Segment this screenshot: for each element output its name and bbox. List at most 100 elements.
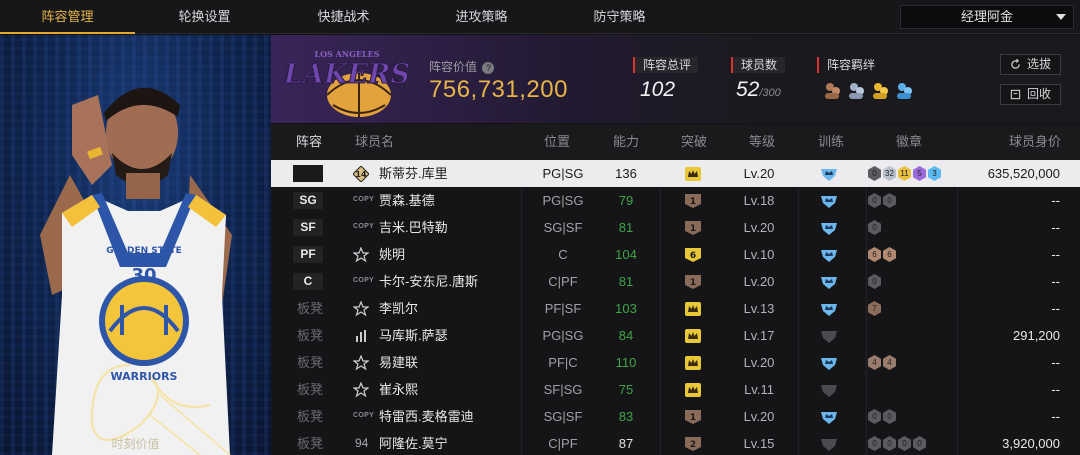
training-icon[interactable] [819,247,839,263]
badge-icon: 0 [883,193,896,208]
lineup-value-label: 阵容价值 ? [429,58,495,75]
player-name: 贾森.基德 [379,193,435,208]
col-slot[interactable]: 阵容 [296,124,322,160]
training-icon[interactable] [819,355,839,371]
player-value: -- [1051,382,1060,397]
svg-text:2: 2 [690,440,696,450]
table-row[interactable]: PG 14 斯蒂芬.库里 PG|SG 136 Lv.20 635,520,000 0 32 11 5… [271,160,1080,187]
break-level-icon: 1 [685,275,701,289]
training-locked-icon[interactable] [819,436,839,452]
copy-icon: COPY [353,412,375,419]
svg-text:LAKERS: LAKERS [285,59,410,90]
recycle-icon [1010,89,1021,100]
bond-icons[interactable] [822,80,922,102]
player-level: Lv.20 [743,355,775,370]
table-row[interactable]: SG COPY 贾森.基德 PG|SG 79 Lv.18 -- 1 0 0 [271,187,1080,214]
training-locked-icon[interactable] [819,382,839,398]
player-card[interactable]: GOLDEN STATE 30 WARRIORS 时刻价值 [0,35,271,455]
badge-icon: 5 [913,166,926,181]
table-row[interactable]: 板凳 李凯尔 PF|SF 103 Lv.13 -- 7 [271,295,1080,322]
break-level-icon: 1 [685,221,701,235]
table-row[interactable]: C COPY 卡尔-安东尼.唐斯 C|PF 81 Lv.20 -- 1 0 [271,268,1080,295]
badge-icon: 0 [883,409,896,424]
training-icon[interactable] [819,409,839,425]
training-icon[interactable] [819,193,839,209]
roster-table: 阵容 球员名 位置 能力 突破 等级 训练 徽章 球员身价 PG 14 斯蒂芬.库里… [271,124,1080,455]
player-ability: 104 [615,247,637,262]
manager-name: 经理阿金 [960,9,1013,24]
bench-label: 板凳 [297,382,324,397]
svg-text:1: 1 [690,278,696,288]
tab-offense[interactable]: 进攻策略 [414,0,549,34]
badge-icon: 0 [868,436,881,451]
player-position: C [558,247,568,262]
training-icon[interactable] [819,166,839,182]
col-level[interactable]: 等级 [749,124,775,160]
tab-quick-tactics[interactable]: 快捷战术 [276,0,411,34]
training-icon[interactable] [819,220,839,236]
col-name[interactable]: 球员名 [355,124,394,160]
break-level-icon: 1 [685,194,701,208]
col-badges[interactable]: 徽章 [896,124,922,160]
table-row[interactable]: 板凳 94 阿隆佐.莫宁 C|PF 87 Lv.15 3,920,000 2 0 0 0 0 [271,430,1080,455]
copy-icon: COPY [353,277,375,284]
player-level: Lv.17 [743,328,775,343]
lineup-value: 756,731,200 [429,76,568,103]
recycle-button[interactable]: 回收 [1000,84,1061,105]
player-value: 3,920,000 [1002,436,1060,451]
badge-icon: 4 [883,355,896,370]
player-level: Lv.13 [743,301,775,316]
tab-rotation[interactable]: 轮换设置 [137,0,272,34]
col-break[interactable]: 突破 [681,124,707,160]
copy-icon: COPY [353,196,375,203]
lineup-header: LOS ANGELES LAKERS 阵容价值 ? 756,731,200 阵容… [271,35,1080,123]
player-ability: 81 [618,274,634,289]
player-value: -- [1051,247,1060,262]
training-icon[interactable] [819,274,839,290]
col-value[interactable]: 球员身价 [1009,124,1061,160]
player-name: 李凯尔 [379,301,419,316]
col-training[interactable]: 训练 [818,124,844,160]
player-value: -- [1051,409,1060,424]
table-row[interactable]: 板凳 易建联 PF|C 110 Lv.20 -- 4 4 [271,349,1080,376]
manager-dropdown[interactable]: 经理阿金 [900,5,1074,29]
player-position: SF|SG [543,382,583,397]
svg-text:1: 1 [690,413,696,423]
tab-defense[interactable]: 防守策略 [552,0,687,34]
tab-lineup[interactable]: 阵容管理 [0,0,135,34]
player-name: 卡尔-安东尼.唐斯 [379,274,478,289]
svg-text:WARRIORS: WARRIORS [111,370,178,383]
training-icon[interactable] [819,301,839,317]
help-icon[interactable]: ? [482,62,495,74]
player-name: 姚明 [379,247,406,262]
svg-text:30: 30 [131,265,156,286]
break-level-icon: 6 [685,248,701,262]
col-position[interactable]: 位置 [544,124,570,160]
select-button[interactable]: 选拔 [1000,54,1061,75]
top-nav: 阵容管理 轮换设置 快捷战术 进攻策略 防守策略 经理阿金 [0,0,1080,34]
player-value: -- [1051,193,1060,208]
table-row[interactable]: 板凳 马库斯.萨瑟 PG|SG 84 Lv.17 291,200 [271,322,1080,349]
bond-icon-gold [873,83,888,99]
break-level-icon: 1 [685,410,701,424]
player-position: SG|SF [543,220,583,235]
player-position: PF|C [548,355,578,370]
table-row[interactable]: 板凳 COPY 特雷西.麦格雷迪 SG|SF 83 Lv.20 -- 1 0 0 [271,403,1080,430]
table-row[interactable]: PF 姚明 C 104 Lv.10 -- 6 6 6 [271,241,1080,268]
player-position: C|PF [548,274,578,289]
col-ability[interactable]: 能力 [613,124,639,160]
player-position: C|PF [548,436,578,451]
break-level-icon: 2 [685,437,701,451]
player-name: 斯蒂芬.库里 [379,166,448,181]
table-row[interactable]: 板凳 崔永熙 SF|SG 75 Lv.11 -- [271,376,1080,403]
table-row[interactable]: SF COPY 吉米.巴特勒 SG|SF 81 Lv.20 -- 1 0 [271,214,1080,241]
player-ability: 87 [618,436,634,451]
badge-icon: 11 [898,166,911,181]
player-position: PF|SF [544,301,582,316]
player-ability: 110 [615,355,637,370]
player-ability: 83 [618,409,634,424]
training-locked-icon[interactable] [819,328,839,344]
badge-icon: 0 [913,436,926,451]
position-slot: SF [293,219,323,236]
crown-icon [685,302,701,316]
